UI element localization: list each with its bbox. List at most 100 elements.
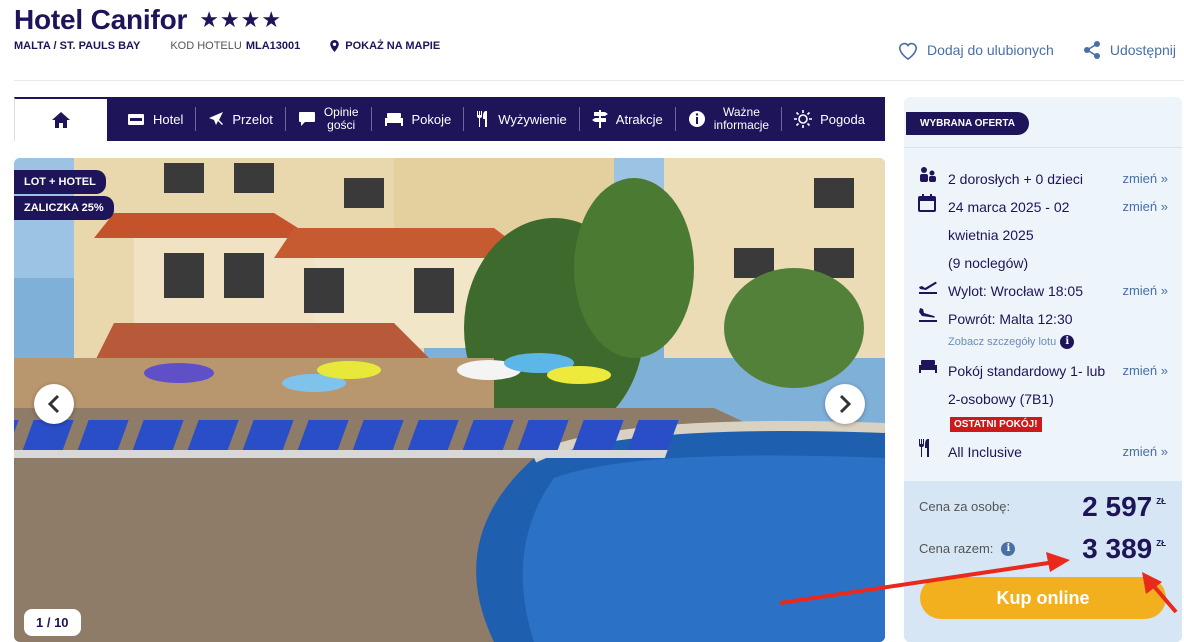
info-icon	[688, 111, 705, 127]
chevron-right-icon	[839, 394, 852, 414]
offer-dates-line1: 24 marca 2025 - 02	[948, 199, 1070, 215]
gallery-next-button[interactable]	[825, 384, 865, 424]
price-per-person-label: Cena za osobę:	[919, 499, 1011, 514]
map-pin-icon	[330, 40, 340, 52]
change-departure-link[interactable]: zmień »	[1122, 277, 1168, 305]
hotel-pool-photo	[14, 158, 885, 642]
hotel-meta: MALTA / ST. PAULS BAY KOD HOTELU MLA1300…	[14, 40, 440, 52]
tab-weather[interactable]: Pogoda	[782, 107, 877, 131]
change-dates-link[interactable]: zmień »	[1122, 193, 1168, 277]
header-divider	[14, 80, 1184, 81]
share-icon	[1083, 41, 1100, 59]
total-info-icon[interactable]: i	[1001, 541, 1016, 556]
tab-info-line2: informacje	[713, 118, 770, 132]
flight-details-link[interactable]: Zobacz szczegóły lotu i	[948, 335, 1075, 349]
bed-icon	[384, 113, 403, 126]
share-label: Udostępnij	[1109, 42, 1176, 58]
price-per-person: 2 597 ZŁ	[1082, 491, 1166, 523]
total-price: 3 389 ZŁ	[1082, 533, 1166, 565]
hotel-location: MALTA / ST. PAULS BAY	[14, 40, 141, 52]
title-row: Hotel Canifor ★★★★	[14, 4, 282, 36]
hotel-code: MLA13001	[245, 40, 301, 52]
total-price-value: 3 389	[1082, 533, 1153, 564]
share-button[interactable]: Udostępnij	[1082, 40, 1176, 60]
last-room-badge: OSTATNI POKÓJ!	[950, 417, 1042, 432]
info-icon: i	[1060, 335, 1075, 349]
total-price-label-row: Cena razem: i	[919, 541, 1016, 556]
currency-label: ZŁ	[1156, 539, 1166, 548]
show-on-map-label: POKAŻ NA MAPIE	[345, 40, 441, 52]
offer-dates-line2: kwietnia 2025	[948, 227, 1034, 243]
hotel-photo-gallery[interactable]: LOT + HOTEL ZALICZKA 25% 1 / 10	[14, 158, 885, 642]
offer-room: Pokój standardowy 1- lub 2-osobowy (7B1)	[948, 357, 1122, 413]
add-to-favorites-label: Dodaj do ulubionych	[926, 42, 1054, 58]
selected-offer-badge: WYBRANA OFERTA	[906, 112, 1029, 135]
change-room-link[interactable]: zmień »	[1122, 357, 1168, 413]
hotel-icon	[128, 114, 144, 125]
tab-home[interactable]	[14, 97, 107, 141]
tab-rooms[interactable]: Pokoje	[372, 107, 465, 131]
chat-icon	[298, 112, 315, 126]
hotel-code-label: KOD HOTELU	[170, 40, 242, 52]
offer-departure-row: Wylot: Wrocław 18:05 zmień »	[918, 277, 1168, 305]
tab-reviews-line2: gości	[327, 118, 356, 132]
package-badge: LOT + HOTEL	[14, 170, 106, 194]
tab-important-info[interactable]: Ważne informacje	[676, 106, 783, 132]
add-to-favorites-button[interactable]: Dodaj do ulubionych	[897, 40, 1054, 60]
calendar-icon	[918, 193, 948, 277]
offer-nights: (9 noclegów)	[948, 255, 1029, 271]
tab-reviews[interactable]: Opinie gości	[286, 106, 372, 132]
tab-important-info-label: Ważne informacje	[714, 106, 769, 132]
offer-travelers-row: 2 dorosłych + 0 dzieci zmień »	[918, 165, 1168, 193]
plane-icon	[209, 112, 224, 125]
change-travelers-link[interactable]: zmień »	[1122, 165, 1168, 193]
bed-icon	[918, 357, 948, 413]
tab-flight[interactable]: Przelot	[196, 107, 286, 131]
tab-reviews-line1: Opinie	[323, 105, 359, 119]
home-icon	[52, 112, 70, 128]
hotel-title: Hotel Canifor	[14, 4, 188, 35]
tab-hotel[interactable]: Hotel	[107, 107, 197, 131]
offer-room-line2: 2-osobowy (7B1)	[948, 391, 1054, 407]
tab-hotel-label: Hotel	[153, 111, 184, 127]
hotel-page: Hotel Canifor ★★★★ MALTA / ST. PAULS BAY…	[0, 0, 1184, 642]
cutlery-icon	[918, 438, 948, 466]
hotel-tabs: Hotel Przelot Opinie gości Pokoje Wyżywie…	[14, 97, 885, 141]
plane-departure-icon	[918, 277, 948, 305]
heart-icon	[898, 42, 917, 60]
offer-room-line1: Pokój standardowy 1- lub	[948, 363, 1106, 379]
offer-return: Powrót: Malta 12:30	[948, 311, 1073, 327]
plane-arrival-icon	[918, 305, 948, 333]
show-on-map-link[interactable]: POKAŻ NA MAPIE	[330, 40, 440, 52]
total-price-label: Cena razem:	[919, 541, 994, 556]
chevron-left-icon	[47, 394, 60, 414]
offer-travelers: 2 dorosłych + 0 dzieci	[948, 171, 1084, 187]
offer-divider	[904, 147, 1182, 148]
gallery-counter: 1 / 10	[24, 609, 81, 636]
buy-online-button[interactable]: Kup online	[920, 577, 1166, 619]
price-per-person-value: 2 597	[1082, 491, 1153, 522]
deposit-badge: ZALICZKA 25%	[14, 196, 114, 220]
tab-board[interactable]: Wyżywienie	[464, 107, 580, 131]
tab-rooms-label: Pokoje	[411, 111, 452, 127]
offer-dates-row: 24 marca 2025 - 02 kwietnia 2025 (9 nocl…	[918, 193, 1168, 277]
flight-details-label: Zobacz szczegóły lotu	[948, 336, 1057, 348]
sun-icon	[794, 110, 813, 128]
tab-attractions-label: Atrakcje	[615, 111, 663, 127]
header-actions: Dodaj do ulubionych Udostępnij	[897, 40, 1176, 60]
change-board-link[interactable]: zmień »	[1122, 438, 1168, 466]
selected-offer-panel: WYBRANA OFERTA 2 dorosłych + 0 dzieci zm…	[904, 97, 1182, 642]
people-icon	[918, 165, 948, 193]
tab-attractions[interactable]: Atrakcje	[580, 107, 676, 131]
gallery-prev-button[interactable]	[34, 384, 74, 424]
offer-room-row: Pokój standardowy 1- lub 2-osobowy (7B1)…	[918, 357, 1168, 413]
tab-board-label: Wyżywienie	[498, 111, 567, 127]
tab-info-line1: Ważne	[722, 105, 760, 119]
price-box: Cena za osobę: 2 597 ZŁ Cena razem: i 3 …	[904, 481, 1182, 642]
tab-flight-label: Przelot	[232, 111, 273, 127]
offer-dates: 24 marca 2025 - 02 kwietnia 2025 (9 nocl…	[948, 193, 1122, 277]
offer-board-row: All Inclusive zmień »	[918, 438, 1168, 466]
offer-board: All Inclusive	[948, 444, 1022, 460]
tab-reviews-label: Opinie gości	[324, 106, 359, 132]
currency-label: ZŁ	[1156, 497, 1166, 506]
